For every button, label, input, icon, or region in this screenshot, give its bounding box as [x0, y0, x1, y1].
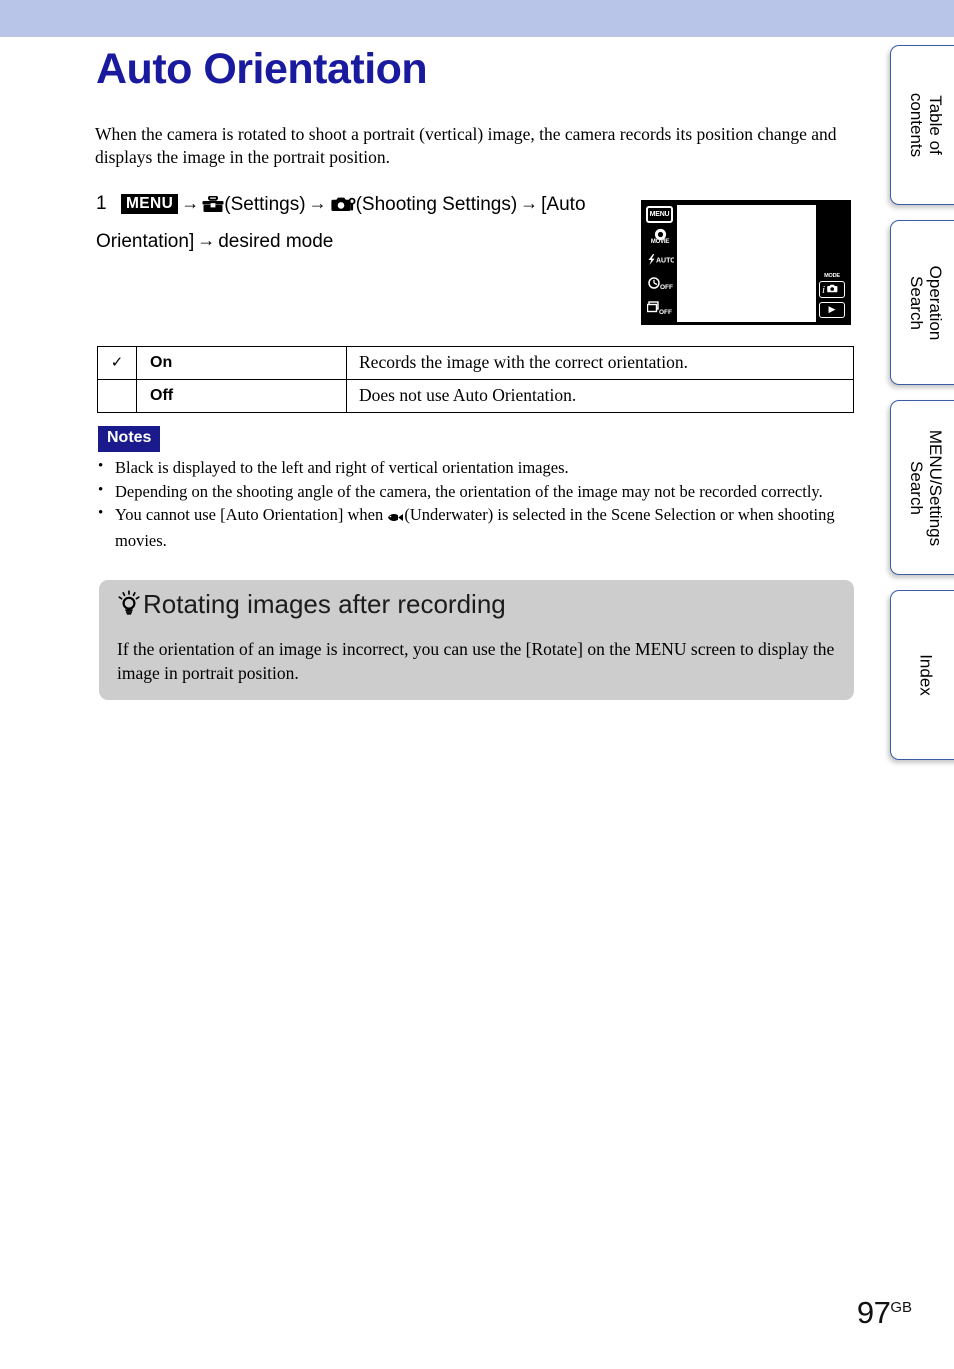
arrow-icon-1: → [181, 193, 200, 213]
menu-chip[interactable]: MENU [121, 194, 179, 215]
lcd-screen-area [677, 205, 816, 322]
row-check-off [97, 379, 137, 413]
tab-index[interactable]: Index [890, 590, 954, 760]
tab-menu-settings-search[interactable]: MENU/Settings Search [890, 400, 954, 575]
options-table: ✓ On Records the image with the correct … [97, 346, 854, 413]
tab-menu-settings-search-label: MENU/Settings Search [906, 429, 945, 546]
lcd-mode-button[interactable]: i [819, 281, 845, 298]
camera-lcd-illustration: MENU MOVIE AUTO OFF OFF MODE i ▶ [641, 200, 851, 325]
arrow-icon-4: → [197, 229, 216, 250]
tab-operation-search[interactable]: Operation Search [890, 220, 954, 385]
shooting-settings-label: (Shooting Settings) [355, 194, 518, 215]
svg-text:AUTO: AUTO [656, 258, 674, 265]
note-item: Depending on the shooting angle of the c… [96, 480, 851, 504]
lcd-flash-icon[interactable]: AUTO [645, 254, 675, 265]
step-number: 1 [96, 193, 107, 214]
page-content: Auto Orientation When the camera is rota… [0, 37, 878, 1369]
notes-list: Black is displayed to the left and right… [96, 456, 851, 553]
svg-text:i: i [822, 284, 825, 294]
table-row: ✓ On Records the image with the correct … [97, 346, 854, 380]
row-name-off: Off [136, 379, 347, 413]
settings-label: (Settings) [224, 194, 306, 215]
step-instruction: 1 MENU → (Settings) → (Shooting Settings) → [A… [96, 188, 616, 258]
lcd-right-toolbar: MODE i ▶ [814, 201, 850, 326]
row-desc-on: Records the image with the correct orien… [346, 346, 854, 380]
svg-text:OFF: OFF [659, 309, 672, 315]
lcd-left-toolbar: MENU MOVIE AUTO OFF OFF [642, 201, 677, 326]
tab-rail: Table of contents Operation Search MENU/Se… [882, 45, 954, 785]
arrow-icon-3: → [520, 193, 539, 213]
header-band [0, 0, 954, 37]
lcd-mode-label: MODE [824, 273, 840, 279]
page-number-suffix: GB [890, 1299, 912, 1316]
lcd-self-timer-icon[interactable]: OFF [645, 277, 675, 290]
note-item: You cannot use [Auto Orientation] when (… [96, 503, 851, 552]
arrow-icon-2: → [308, 193, 327, 213]
row-desc-off: Does not use Auto Orientation. [346, 379, 854, 413]
row-name-on: On [136, 346, 347, 380]
row-check-on: ✓ [97, 346, 137, 380]
lcd-movie-icon[interactable]: MOVIE [645, 228, 675, 245]
tip-title-row: Rotating images after recording [115, 589, 506, 624]
page-title: Auto Orientation [96, 45, 428, 93]
tip-box: Rotating images after recording If the o… [99, 580, 854, 700]
tab-index-label: Index [916, 654, 936, 696]
notes-badge: Notes [98, 426, 161, 452]
tab-table-of-contents-label: Table of contents [906, 92, 945, 158]
note-item-3-head: You cannot use [Auto Orientation] when [115, 505, 384, 525]
page-number: 97GB [857, 1295, 912, 1331]
lcd-play-button[interactable]: ▶ [819, 302, 845, 318]
note-item: Black is displayed to the left and right… [96, 456, 851, 480]
lcd-movie-label: MOVIE [650, 239, 670, 245]
toolbox-icon [202, 192, 224, 225]
tab-table-of-contents[interactable]: Table of contents [890, 45, 954, 205]
lcd-menu-button[interactable]: MENU [646, 206, 673, 223]
lcd-burst-icon[interactable]: OFF [645, 301, 675, 315]
lightbulb-icon [115, 589, 143, 624]
tip-title: Rotating images after recording [143, 589, 506, 619]
step-body: MENU → (Settings) → (Shooting Settings) → [Aut… [96, 192, 586, 252]
desired-mode-label: desired mode [218, 230, 334, 252]
tab-operation-search-label: Operation Search [906, 265, 945, 340]
svg-text:OFF: OFF [660, 284, 673, 290]
fish-icon [387, 507, 404, 530]
camera-wrench-icon [330, 192, 356, 225]
intro-paragraph: When the camera is rotated to shoot a po… [95, 124, 837, 168]
page-number-value: 97 [856, 1295, 891, 1330]
tip-body: If the orientation of an image is incorr… [117, 639, 835, 683]
table-row: Off Does not use Auto Orientation. [97, 379, 854, 413]
